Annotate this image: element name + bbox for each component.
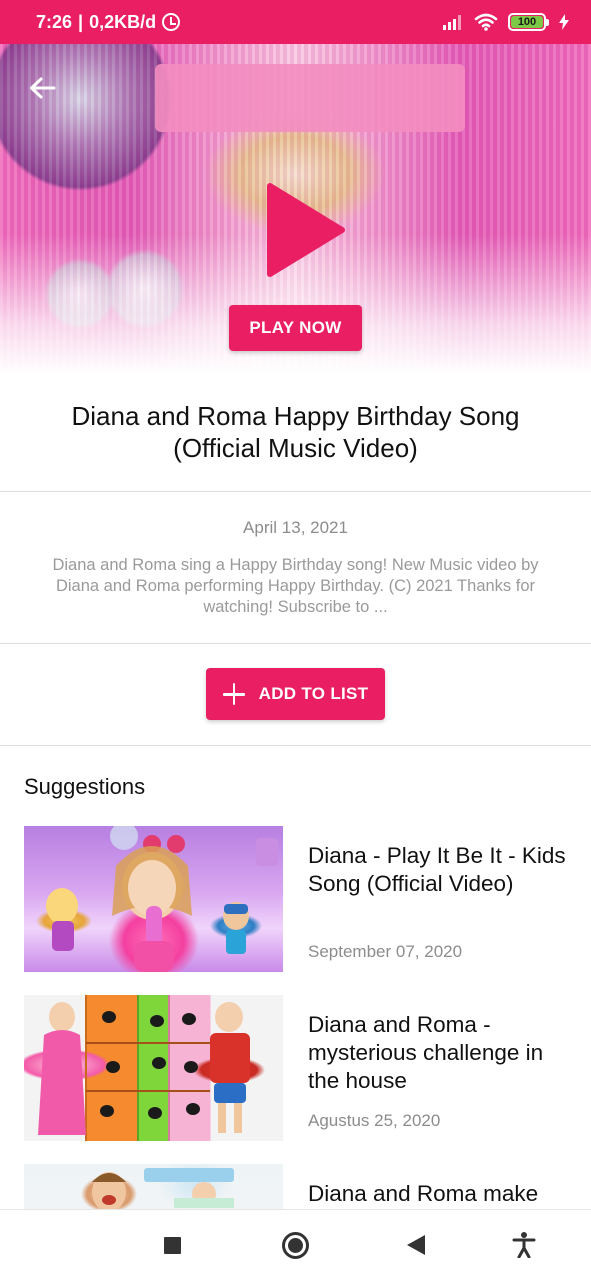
add-to-list-label: ADD TO LIST — [258, 684, 369, 703]
battery-level: 100 — [511, 16, 543, 28]
video-description: Diana and Roma sing a Happy Birthday son… — [52, 556, 539, 616]
add-to-list-button[interactable]: ADD TO LIST — [206, 668, 385, 720]
suggestion-date: September 07, 2020 — [308, 942, 463, 961]
play-now-button[interactable]: PLAY NOW — [229, 305, 362, 351]
status-separator: | — [78, 11, 84, 32]
spider-icon — [100, 1105, 114, 1117]
spider-icon — [148, 1107, 162, 1119]
spider-icon — [152, 1057, 166, 1069]
status-data-rate: 0,2KB/d — [89, 11, 157, 32]
suggestion-title[interactable]: Diana and Roma - mysterious challenge in… — [308, 1011, 568, 1095]
divider — [0, 643, 591, 644]
battery-body: 100 — [508, 13, 546, 31]
suggestion-item[interactable]: Diana - Play It Be It - Kids Song (Offic… — [24, 826, 567, 972]
divider — [0, 491, 591, 492]
suggestions-heading: Suggestions — [24, 774, 146, 799]
suggestion-title[interactable]: Diana and Roma make — [308, 1180, 568, 1208]
suggestion-date: Agustus 25, 2020 — [308, 1111, 441, 1130]
signal-icon — [443, 15, 461, 30]
spider-icon — [184, 1061, 198, 1073]
plus-icon — [222, 683, 245, 705]
battery-icon: 100 — [508, 13, 549, 31]
home-circle-icon[interactable] — [282, 1232, 309, 1259]
status-left: 7:26 | 0,2KB/d — [36, 11, 181, 33]
suggestion-title[interactable]: Diana - Play It Be It - Kids Song (Offic… — [308, 842, 568, 898]
spider-icon — [182, 1013, 196, 1025]
suggestion-item[interactable]: Diana and Roma - mysterious challenge in… — [24, 995, 567, 1141]
video-date: April 13, 2021 — [243, 518, 348, 537]
back-triangle-icon[interactable] — [407, 1235, 425, 1255]
hero-background-frame — [155, 64, 465, 132]
battery-tip — [546, 18, 549, 26]
divider — [0, 745, 591, 746]
accessibility-icon[interactable] — [512, 1232, 536, 1258]
charging-icon — [559, 14, 569, 30]
spider-icon — [102, 1011, 116, 1023]
status-time: 7:26 — [36, 11, 73, 32]
suggestion-thumbnail[interactable] — [24, 826, 283, 972]
wifi-icon — [474, 13, 498, 31]
alarm-icon — [162, 13, 181, 31]
back-button[interactable] — [24, 70, 60, 106]
video-hero-banner[interactable]: PLAY NOW — [0, 44, 591, 374]
spider-icon — [106, 1061, 120, 1073]
spider-icon — [186, 1103, 200, 1115]
suggestion-thumbnail[interactable] — [24, 995, 283, 1141]
recents-square-icon[interactable] — [164, 1237, 181, 1254]
arrow-left-icon — [30, 77, 56, 99]
system-nav-bar — [0, 1209, 591, 1280]
video-title: Diana and Roma Happy Birthday Song (Offi… — [71, 401, 520, 463]
status-bar: 7:26 | 0,2KB/d 100 — [0, 0, 591, 44]
status-right: 100 — [442, 13, 569, 31]
play-icon[interactable] — [264, 182, 346, 278]
thumbnail-art — [46, 826, 278, 972]
spider-icon — [150, 1015, 164, 1027]
